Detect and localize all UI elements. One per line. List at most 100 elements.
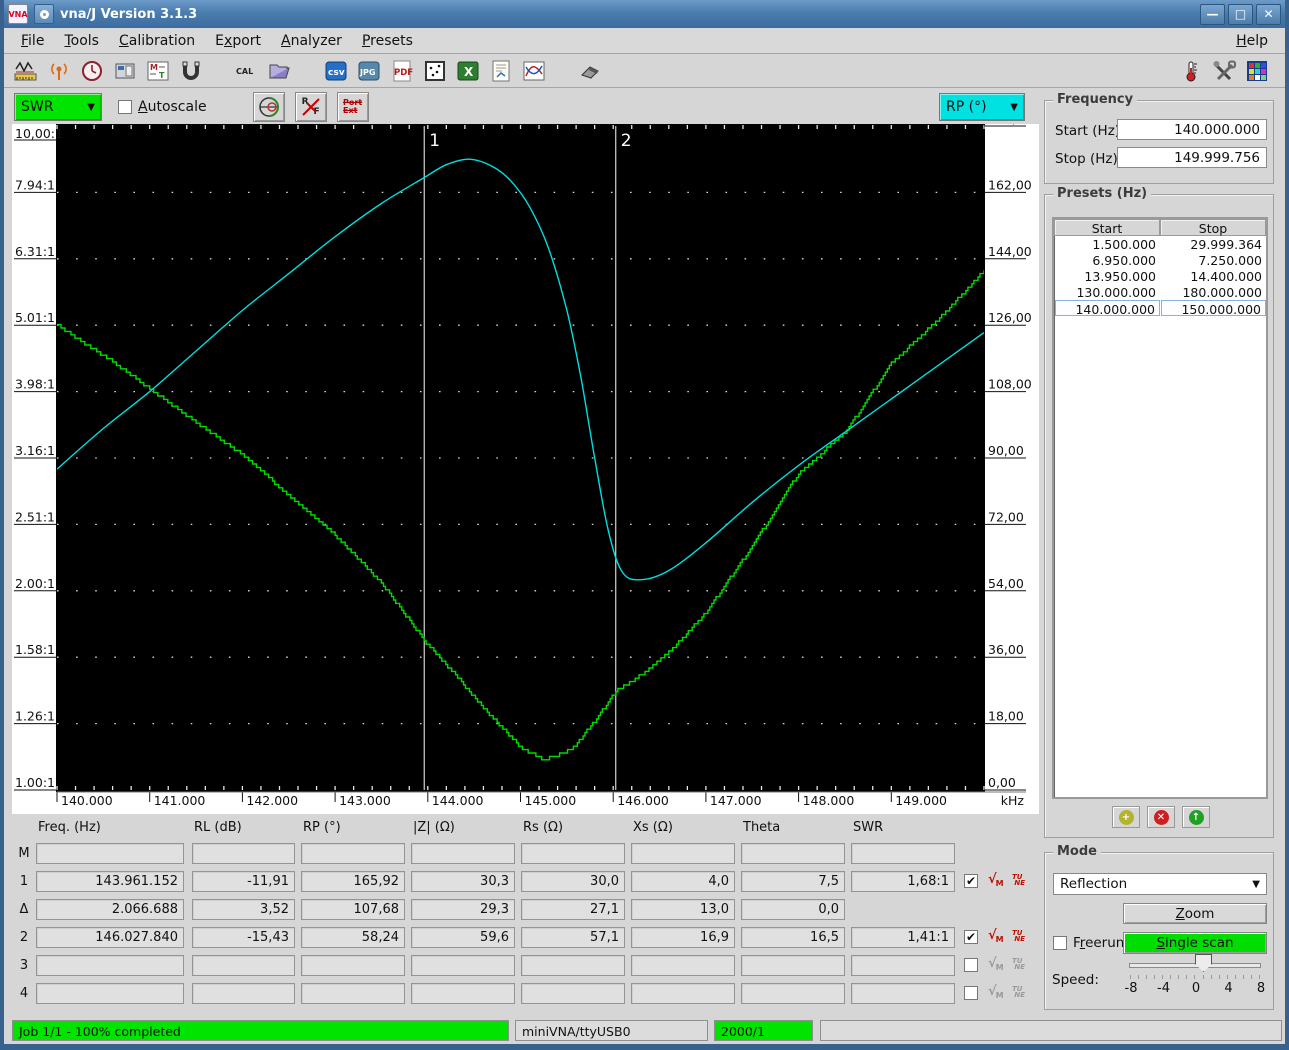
marker-3-6[interactable] bbox=[741, 955, 845, 976]
settings-tools-icon[interactable] bbox=[1212, 59, 1236, 83]
marker-1-show-checkbox[interactable]: ✔ bbox=[964, 874, 978, 888]
menu-export[interactable]: Export bbox=[206, 31, 270, 51]
menu-file[interactable]: File bbox=[12, 31, 53, 51]
marker-4-show-checkbox[interactable] bbox=[964, 986, 978, 1000]
checkbox-box[interactable] bbox=[1053, 936, 1067, 950]
marker-1-tune-icon[interactable]: TU NE bbox=[1012, 874, 1032, 892]
window-menu-icon[interactable] bbox=[34, 4, 54, 24]
calibration-icon[interactable]: CAL bbox=[235, 59, 259, 83]
presets-list[interactable]: Start Stop 1.500.000 29.999.364 6.950.000 7.2… bbox=[1052, 217, 1268, 799]
preset-row-start[interactable]: 6.950.000 bbox=[1055, 252, 1160, 268]
zoom-button[interactable]: Zoom bbox=[1123, 903, 1267, 924]
device-info-icon[interactable] bbox=[113, 59, 137, 83]
marker-2-4[interactable]: 57,1 bbox=[521, 927, 625, 948]
marker-M-0[interactable] bbox=[36, 843, 184, 864]
preset-row-start[interactable]: 130.000.000 bbox=[1055, 284, 1160, 300]
marker-M-3[interactable] bbox=[411, 843, 515, 864]
marker-4-3[interactable] bbox=[411, 983, 515, 1004]
report-icon[interactable] bbox=[489, 59, 513, 83]
temperature-icon[interactable] bbox=[1179, 59, 1203, 83]
maximize-button[interactable]: □ bbox=[1228, 3, 1253, 25]
menu-help[interactable]: Help bbox=[1227, 31, 1277, 51]
preset-row-stop[interactable]: 7.250.000 bbox=[1161, 252, 1266, 268]
marker-M-4[interactable] bbox=[521, 843, 625, 864]
left-scale-select[interactable]: SWR ▼ bbox=[14, 93, 102, 121]
marker-4-6[interactable] bbox=[741, 983, 845, 1004]
marker-2-1[interactable]: -15,43 bbox=[192, 927, 295, 948]
marker-Δ-6[interactable]: 0,0 bbox=[741, 899, 845, 920]
marker-Δ-5[interactable]: 13,0 bbox=[631, 899, 735, 920]
clock-icon[interactable] bbox=[80, 59, 104, 83]
marker-4-2[interactable] bbox=[301, 983, 405, 1004]
marker-3-2[interactable] bbox=[301, 955, 405, 976]
marker-Δ-1[interactable]: 3,52 bbox=[192, 899, 295, 920]
marker-1-math-icon[interactable]: √M bbox=[988, 872, 1008, 890]
open-folder-icon[interactable] bbox=[268, 59, 292, 83]
marker-3-5[interactable] bbox=[631, 955, 735, 976]
marker-3-7[interactable] bbox=[851, 955, 955, 976]
magnet-icon[interactable] bbox=[179, 59, 203, 83]
chart-export-icon[interactable] bbox=[522, 59, 546, 83]
marker-2-tune-icon[interactable]: TU NE bbox=[1012, 930, 1032, 948]
minimize-button[interactable]: — bbox=[1200, 3, 1225, 25]
marker-1-0[interactable]: 143.961.152 bbox=[36, 871, 184, 892]
eraser-icon[interactable] bbox=[578, 59, 602, 83]
delete-reference-button[interactable]: R F bbox=[294, 92, 327, 122]
smith-chart-button[interactable] bbox=[252, 92, 285, 122]
marker-1-6[interactable]: 7,5 bbox=[741, 871, 845, 892]
autoscale-checkbox[interactable]: Autoscale bbox=[118, 99, 207, 115]
marker-2-show-checkbox[interactable]: ✔ bbox=[964, 930, 978, 944]
menu-presets[interactable]: Presets bbox=[353, 31, 422, 51]
pdf-export-icon[interactable]: PDF bbox=[390, 59, 414, 83]
marker-2-0[interactable]: 146.027.840 bbox=[36, 927, 184, 948]
marker-M-1[interactable] bbox=[192, 843, 295, 864]
marker-1-7[interactable]: 1,68:1 bbox=[851, 871, 955, 892]
speed-slider-thumb[interactable] bbox=[1195, 954, 1212, 972]
preset-row-start[interactable]: 140.000.000 bbox=[1055, 300, 1160, 317]
freerun-checkbox[interactable]: Freerun bbox=[1053, 935, 1124, 951]
marker-1-3[interactable]: 30,3 bbox=[411, 871, 515, 892]
frequency-wave-icon[interactable] bbox=[14, 59, 38, 83]
menu-tools[interactable]: Tools bbox=[55, 31, 108, 51]
preset-row-stop[interactable]: 29.999.364 bbox=[1161, 236, 1266, 252]
preset-row-stop[interactable]: 180.000.000 bbox=[1161, 284, 1266, 300]
menu-calibration[interactable]: Calibration bbox=[110, 31, 204, 51]
marker-2-7[interactable]: 1,41:1 bbox=[851, 927, 955, 948]
right-scale-select[interactable]: RP (°) ▼ bbox=[939, 93, 1025, 121]
marker-1-5[interactable]: 4,0 bbox=[631, 871, 735, 892]
marker-1-4[interactable]: 30,0 bbox=[521, 871, 625, 892]
marker-2-6[interactable]: 16,5 bbox=[741, 927, 845, 948]
preset-col-start[interactable]: Start bbox=[1054, 219, 1160, 236]
marker-4-5[interactable] bbox=[631, 983, 735, 1004]
marker-4-tune-icon[interactable]: TU NE bbox=[1012, 986, 1032, 1004]
marker-4-1[interactable] bbox=[192, 983, 295, 1004]
marker-1-2[interactable]: 165,92 bbox=[301, 871, 405, 892]
preset-row-stop[interactable]: 14.400.000 bbox=[1161, 268, 1266, 284]
color-palette-icon[interactable] bbox=[1245, 59, 1269, 83]
marker-3-tune-icon[interactable]: TU NE bbox=[1012, 958, 1032, 976]
add-preset-button[interactable]: + bbox=[1112, 806, 1140, 828]
delete-preset-button[interactable]: ✕ bbox=[1147, 806, 1175, 828]
marker-3-0[interactable] bbox=[36, 955, 184, 976]
marker-4-4[interactable] bbox=[521, 983, 625, 1004]
start-frequency-field[interactable]: 140.000.000 bbox=[1117, 119, 1267, 140]
marker-2-3[interactable]: 59,6 bbox=[411, 927, 515, 948]
marker-2-math-icon[interactable]: √M bbox=[988, 928, 1008, 946]
marker-3-1[interactable] bbox=[192, 955, 295, 976]
preset-row-stop[interactable]: 150.000.000 bbox=[1161, 300, 1266, 317]
stop-frequency-field[interactable]: 149.999.756 bbox=[1117, 147, 1267, 168]
marker-M-5[interactable] bbox=[631, 843, 735, 864]
csv-export-icon[interactable]: csv bbox=[324, 59, 348, 83]
marker-3-3[interactable] bbox=[411, 955, 515, 976]
marker-4-math-icon[interactable]: √M bbox=[988, 984, 1008, 1002]
mode-select[interactable]: Reflection ▼ bbox=[1053, 873, 1267, 895]
marker-2-5[interactable]: 16,9 bbox=[631, 927, 735, 948]
marker-M-7[interactable] bbox=[851, 843, 955, 864]
checkbox-box[interactable] bbox=[118, 100, 132, 114]
marker-Δ-2[interactable]: 107,68 bbox=[301, 899, 405, 920]
close-button[interactable]: ✕ bbox=[1256, 3, 1281, 25]
marker-Δ-0[interactable]: 2.066.688 bbox=[36, 899, 184, 920]
apply-preset-button[interactable]: ↑ bbox=[1182, 806, 1210, 828]
menu-analyzer[interactable]: Analyzer bbox=[272, 31, 351, 51]
marker-3-show-checkbox[interactable] bbox=[964, 958, 978, 972]
